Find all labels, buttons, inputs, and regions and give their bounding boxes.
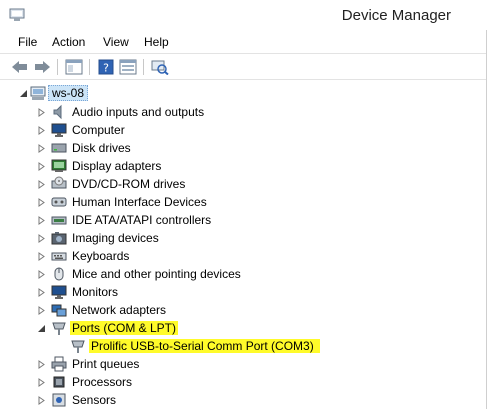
- tree-item[interactable]: Print queues: [0, 355, 487, 373]
- tree-item[interactable]: DVD/CD-ROM drives: [0, 175, 487, 193]
- toolbar-separator: [57, 59, 58, 75]
- toolbar-separator: [143, 59, 144, 75]
- forward-arrow-icon[interactable]: [32, 58, 52, 76]
- svg-text:?: ?: [103, 62, 109, 75]
- expand-arrow-icon[interactable]: [37, 396, 46, 405]
- tree-item-label[interactable]: Ports (COM & LPT): [70, 321, 179, 335]
- tree-item-label[interactable]: Print queues: [72, 357, 139, 371]
- expand-arrow-icon[interactable]: [37, 144, 46, 153]
- collapse-arrow-icon[interactable]: [19, 89, 28, 98]
- tree-item-label[interactable]: Processors: [72, 375, 132, 389]
- tree-item[interactable]: Sensors: [0, 391, 487, 409]
- collapse-arrow-icon[interactable]: [37, 324, 46, 333]
- device-tree[interactable]: ws-08 Audio inputs and outputs Computer …: [0, 81, 487, 409]
- expand-arrow-icon[interactable]: [37, 216, 46, 225]
- speaker-icon: [51, 104, 67, 120]
- title-bar: Device Manager: [0, 0, 487, 30]
- expand-arrow-icon[interactable]: [37, 198, 46, 207]
- expand-arrow-icon[interactable]: [37, 180, 46, 189]
- menu-action[interactable]: Action: [52, 35, 85, 49]
- tree-root-row[interactable]: ws-08: [0, 84, 487, 102]
- tree-item[interactable]: Imaging devices: [0, 229, 487, 247]
- tree-item-child[interactable]: Prolific USB-to-Serial Comm Port (COM3): [0, 337, 487, 355]
- expand-arrow-icon[interactable]: [37, 108, 46, 117]
- tree-root-label[interactable]: ws-08: [48, 85, 89, 101]
- tree-item-label[interactable]: Audio inputs and outputs: [72, 105, 204, 119]
- tree-item-label[interactable]: Human Interface Devices: [72, 195, 207, 209]
- window-title: Device Manager: [341, 7, 451, 24]
- tree-item-ports[interactable]: Ports (COM & LPT): [0, 319, 487, 337]
- tree-item-label[interactable]: IDE ATA/ATAPI controllers: [72, 213, 211, 227]
- port-icon: [51, 320, 67, 336]
- camera-icon: [51, 230, 67, 246]
- port-icon: [70, 338, 86, 354]
- tree-item-label[interactable]: Computer: [72, 123, 125, 137]
- expand-arrow-icon[interactable]: [37, 252, 46, 261]
- tree-item-label[interactable]: Monitors: [72, 285, 118, 299]
- tree-item[interactable]: Processors: [0, 373, 487, 391]
- tree-item[interactable]: Mice and other pointing devices: [0, 265, 487, 283]
- tree-item-label[interactable]: Sensors: [72, 393, 116, 407]
- expand-arrow-icon[interactable]: [37, 306, 46, 315]
- display-adapter-icon: [51, 158, 67, 174]
- tree-item[interactable]: Display adapters: [0, 157, 487, 175]
- tree-item[interactable]: Computer: [0, 121, 487, 139]
- properties-icon[interactable]: [118, 58, 138, 76]
- show-hide-console-tree-icon[interactable]: [64, 58, 84, 76]
- menu-help[interactable]: Help: [144, 35, 169, 49]
- expand-arrow-icon[interactable]: [37, 234, 46, 243]
- toolbar-separator: [89, 59, 90, 75]
- back-arrow-icon[interactable]: [10, 58, 30, 76]
- ide-controller-icon: [51, 212, 67, 228]
- sensor-icon: [51, 392, 67, 408]
- expand-arrow-icon[interactable]: [37, 288, 46, 297]
- mouse-icon: [51, 266, 67, 282]
- tree-item[interactable]: Network adapters: [0, 301, 487, 319]
- printer-icon: [51, 356, 67, 372]
- optical-drive-icon: [51, 176, 67, 192]
- processor-icon: [51, 374, 67, 390]
- tree-item-label[interactable]: Mice and other pointing devices: [72, 267, 241, 281]
- tree-item[interactable]: Keyboards: [0, 247, 487, 265]
- tree-item[interactable]: Audio inputs and outputs: [0, 103, 487, 121]
- tree-item[interactable]: IDE ATA/ATAPI controllers: [0, 211, 487, 229]
- disk-drive-icon: [51, 140, 67, 156]
- expand-arrow-icon[interactable]: [37, 270, 46, 279]
- expand-arrow-icon[interactable]: [37, 360, 46, 369]
- tree-item-label[interactable]: Prolific USB-to-Serial Comm Port (COM3): [89, 339, 320, 353]
- computer-icon: [30, 85, 46, 101]
- tree-item-label[interactable]: Imaging devices: [72, 231, 159, 245]
- hid-icon: [51, 194, 67, 210]
- tree-item-label[interactable]: DVD/CD-ROM drives: [72, 177, 185, 191]
- tree-item-label[interactable]: Display adapters: [72, 159, 161, 173]
- toolbar: ?: [0, 53, 487, 80]
- expand-arrow-icon[interactable]: [37, 378, 46, 387]
- keyboard-icon: [51, 248, 67, 264]
- monitor-icon: [51, 284, 67, 300]
- menu-bar: File Action View Help: [0, 31, 487, 53]
- expand-arrow-icon[interactable]: [37, 162, 46, 171]
- tree-item[interactable]: Monitors: [0, 283, 487, 301]
- monitor-icon: [51, 122, 67, 138]
- tree-item-label[interactable]: Network adapters: [72, 303, 166, 317]
- network-adapter-icon: [51, 302, 67, 318]
- help-icon[interactable]: ?: [96, 58, 116, 76]
- tree-item-label[interactable]: Keyboards: [72, 249, 129, 263]
- menu-view[interactable]: View: [103, 35, 129, 49]
- expand-arrow-icon[interactable]: [37, 126, 46, 135]
- scan-hardware-icon[interactable]: [150, 58, 170, 76]
- tree-item-label[interactable]: Disk drives: [72, 141, 131, 155]
- tree-item[interactable]: Human Interface Devices: [0, 193, 487, 211]
- tree-item[interactable]: Disk drives: [0, 139, 487, 157]
- menu-file[interactable]: File: [18, 35, 37, 49]
